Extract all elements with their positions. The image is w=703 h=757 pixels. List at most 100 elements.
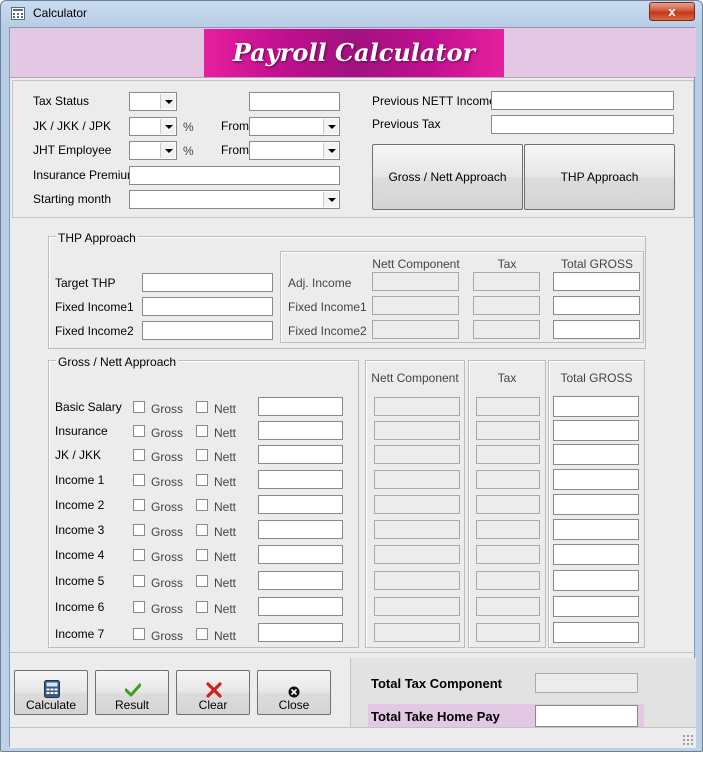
basic-salary-gross-field[interactable] — [553, 396, 639, 417]
jk-jkk-input[interactable] — [258, 445, 343, 464]
income-6-gross-checkbox[interactable] — [133, 601, 145, 613]
nett-label: Nett — [214, 500, 237, 514]
insurance-tax-field — [476, 421, 540, 440]
chevron-down-icon[interactable] — [323, 119, 338, 134]
total-tax-component-field — [535, 673, 638, 693]
adj-income-gross-field[interactable] — [553, 272, 640, 291]
income-7-label: Income 7 — [55, 627, 105, 641]
income-5-gross-checkbox[interactable] — [133, 575, 145, 587]
income-1-nett-checkbox[interactable] — [196, 474, 208, 486]
clear-button[interactable]: Clear — [176, 670, 250, 715]
insurance-gross-field[interactable] — [553, 420, 639, 441]
resize-grip-icon[interactable] — [682, 734, 694, 746]
nett-label: Nett — [214, 426, 237, 440]
fixed-income1-field[interactable] — [142, 297, 273, 316]
insurance-input[interactable] — [258, 421, 343, 440]
jk-jkk-gross-field[interactable] — [553, 444, 639, 465]
income-7-nett-checkbox[interactable] — [196, 628, 208, 640]
target-thp-field[interactable] — [142, 273, 273, 292]
jht-employee-select[interactable] — [129, 141, 177, 160]
total-tax-component-label: Total Tax Component — [371, 676, 502, 691]
income-5-gross-field[interactable] — [553, 570, 639, 591]
tax-status-label: Tax Status — [33, 94, 90, 108]
insurance-nett-field — [374, 421, 460, 440]
basic-salary-nett-checkbox[interactable] — [196, 401, 208, 413]
chevron-down-icon[interactable] — [160, 94, 175, 109]
income-6-nett-checkbox[interactable] — [196, 601, 208, 613]
calculator-app-icon — [11, 7, 25, 20]
previous-tax-collection-field[interactable] — [491, 115, 674, 134]
income-4-gross-field[interactable] — [553, 544, 639, 565]
gross-label: Gross — [151, 475, 184, 489]
income-3-input[interactable] — [258, 520, 343, 539]
thp-fixed-income2-nett-field — [372, 320, 459, 339]
calculate-button[interactable]: Calculate — [14, 670, 88, 715]
jk-jkk-nett-checkbox[interactable] — [196, 449, 208, 461]
chevron-down-icon[interactable] — [160, 119, 175, 134]
income-7-gross-field[interactable] — [553, 622, 639, 643]
thp-fixed-income1-label: Fixed Income1 — [288, 300, 367, 314]
gross-nett-approach-button[interactable]: Gross / Nett Approach — [372, 144, 523, 210]
jht-from-select[interactable] — [249, 141, 340, 160]
jk-jkk-gross-checkbox[interactable] — [133, 449, 145, 461]
income-4-input[interactable] — [258, 545, 343, 564]
jk-jkk-jpk-select[interactable] — [129, 117, 177, 136]
income-5-input[interactable] — [258, 571, 343, 590]
insurance-gross-checkbox[interactable] — [133, 425, 145, 437]
tax-status-select[interactable] — [129, 92, 177, 111]
income-5-nett-checkbox[interactable] — [196, 575, 208, 587]
insurance-premium-label: Insurance Premium — [33, 168, 138, 182]
jk-from-select[interactable] — [249, 117, 340, 136]
thp-fixed-income1-gross-field[interactable] — [553, 296, 640, 315]
adj-income-nett-field — [372, 272, 459, 291]
income-4-nett-checkbox[interactable] — [196, 549, 208, 561]
close-button[interactable]: Close — [257, 670, 331, 715]
income-1-input[interactable] — [258, 470, 343, 489]
result-label: Result — [114, 698, 149, 712]
income-3-nett-field — [374, 520, 460, 539]
previous-tax-collection-label: Previous Tax Collection — [372, 118, 441, 131]
window-title: Calculator — [33, 6, 88, 20]
nett-label: Nett — [214, 450, 237, 464]
previous-nett-income-field[interactable] — [491, 91, 674, 110]
income-6-input[interactable] — [258, 597, 343, 616]
income-4-gross-checkbox[interactable] — [133, 549, 145, 561]
income-1-gross-checkbox[interactable] — [133, 474, 145, 486]
gross-label: Gross — [151, 629, 184, 643]
jht-employee-label: JHT Employee — [33, 143, 112, 157]
thp-approach-button[interactable]: THP Approach — [524, 144, 675, 210]
total-take-home-pay-field[interactable] — [535, 705, 638, 727]
income-7-gross-checkbox[interactable] — [133, 628, 145, 640]
income-6-gross-field[interactable] — [553, 596, 639, 617]
income-7-input[interactable] — [258, 623, 343, 642]
basic-salary-input[interactable] — [258, 397, 343, 416]
income-3-nett-checkbox[interactable] — [196, 524, 208, 536]
starting-month-select[interactable] — [129, 190, 340, 209]
income-3-gross-checkbox[interactable] — [133, 524, 145, 536]
income-2-nett-checkbox[interactable] — [196, 499, 208, 511]
result-button[interactable]: Result — [95, 670, 169, 715]
basic-salary-gross-checkbox[interactable] — [133, 401, 145, 413]
chevron-down-icon[interactable] — [323, 143, 338, 158]
insurance-premium-field[interactable] — [129, 166, 340, 185]
income-1-tax-field — [476, 470, 540, 489]
jk-from-label: From — [221, 119, 249, 133]
close-window-button[interactable]: x — [649, 2, 695, 21]
income-2-input[interactable] — [258, 495, 343, 514]
insurance-nett-checkbox[interactable] — [196, 425, 208, 437]
nett-label: Nett — [214, 576, 237, 590]
chevron-down-icon[interactable] — [160, 143, 175, 158]
income-6-nett-field — [374, 597, 460, 616]
income-2-gross-checkbox[interactable] — [133, 499, 145, 511]
income-3-gross-field[interactable] — [553, 519, 639, 540]
thp-fixed-income1-nett-field — [372, 296, 459, 315]
income-2-gross-field[interactable] — [553, 494, 639, 515]
title-bar[interactable]: Calculator x — [1, 1, 703, 27]
income-4-nett-field — [374, 545, 460, 564]
chevron-down-icon[interactable] — [323, 192, 338, 207]
thp-fixed-income2-gross-field[interactable] — [553, 320, 640, 339]
income-1-gross-field[interactable] — [553, 469, 639, 490]
tax-status-field[interactable] — [249, 92, 340, 111]
fixed-income2-field[interactable] — [142, 321, 273, 340]
status-bar — [10, 727, 696, 748]
